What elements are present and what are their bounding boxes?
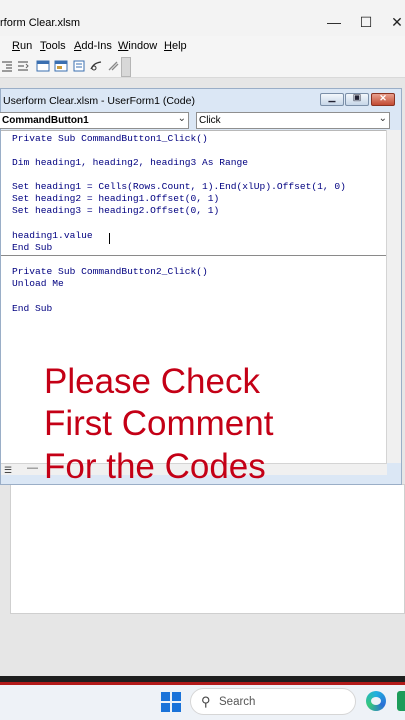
outdent-icon[interactable] <box>0 59 14 73</box>
toolbox-icon[interactable] <box>106 59 120 73</box>
search-icon: ⚲ <box>201 694 211 709</box>
taskbar: ⚲ Search <box>0 685 405 720</box>
code-line: End Sub <box>12 242 53 253</box>
toolbar-options-dropdown[interactable] <box>121 57 131 77</box>
taskbar-search-box[interactable]: ⚲ Search <box>190 688 356 715</box>
overlay-caption-line1: Please Check <box>44 362 260 401</box>
close-button[interactable]: ✕ <box>387 14 405 31</box>
procedure-view-icon[interactable]: ☰ <box>4 465 12 476</box>
code-window-title: Userform Clear.xlsm - UserForm1 (Code) <box>3 95 195 107</box>
code-line: Set heading3 = heading2.Offset(0, 1) <box>12 205 220 216</box>
app-icon[interactable] <box>397 691 405 711</box>
chevron-down-icon: ⌄ <box>177 113 186 124</box>
background-window <box>10 484 405 614</box>
menu-tools[interactable]: Tools <box>40 40 66 52</box>
text-cursor <box>109 233 110 244</box>
search-placeholder: Search <box>219 696 256 708</box>
maximize-button[interactable]: ☐ <box>356 14 376 31</box>
procedure-separator <box>1 255 387 256</box>
procedure-combo[interactable]: Click ⌄ <box>196 112 390 129</box>
code-minimize-button[interactable]: ▁ <box>320 92 344 106</box>
toolbar <box>0 56 405 78</box>
object-browser-icon[interactable] <box>89 59 103 73</box>
edge-icon[interactable] <box>366 691 386 711</box>
code-window-titlebar[interactable]: Userform Clear.xlsm - UserForm1 (Code) ▁… <box>1 89 401 111</box>
overlay-caption-line3: For the Codes <box>44 447 266 486</box>
indent-icon[interactable] <box>16 59 30 73</box>
code-line: Private Sub CommandButton1_Click() <box>12 133 208 144</box>
procedure-combo-value: Click <box>199 115 221 126</box>
minimize-icon: ▁ <box>328 92 336 102</box>
code-line: heading1.value <box>12 230 93 241</box>
menu-help[interactable]: Help <box>164 40 187 52</box>
menu-add-ins[interactable]: Add-Ins <box>74 40 112 52</box>
menu-bar: Run Tools Add-Ins Window Help <box>0 36 405 56</box>
object-combo-value: CommandButton1 <box>2 115 89 126</box>
windows-start-icon[interactable] <box>161 692 181 712</box>
menu-window[interactable]: Window <box>118 40 157 52</box>
code-line: End Sub <box>12 303 53 314</box>
module-icon[interactable] <box>36 59 50 73</box>
userform-icon[interactable] <box>54 59 68 73</box>
vertical-scrollbar[interactable] <box>386 130 401 463</box>
code-line: Unload Me <box>12 278 64 289</box>
code-restore-button[interactable]: ▣ <box>345 92 369 106</box>
full-module-view-icon[interactable]: — <box>27 462 38 474</box>
code-line: Dim heading1, heading2, heading3 As Rang… <box>12 157 249 168</box>
app-title: rform Clear.xlsm <box>0 17 81 29</box>
code-line: Private Sub CommandButton2_Click() <box>12 266 208 277</box>
restore-icon: ▣ <box>352 92 362 102</box>
overlay-caption-line2: First Comment <box>44 404 274 443</box>
object-combo[interactable]: CommandButton1 ⌄ <box>0 112 189 129</box>
code-line: Set heading2 = heading1.Offset(0, 1) <box>12 193 220 204</box>
menu-run[interactable]: Run <box>12 40 32 52</box>
minimize-button[interactable]: — <box>324 14 344 30</box>
close-icon: ✕ <box>379 93 387 103</box>
properties-icon[interactable] <box>72 59 86 73</box>
app-titlebar: rform Clear.xlsm — ☐ ✕ <box>0 0 405 36</box>
code-close-button[interactable]: ✕ <box>371 93 395 106</box>
chevron-down-icon: ⌄ <box>378 113 387 124</box>
code-line: Set heading1 = Cells(Rows.Count, 1).End(… <box>12 181 346 192</box>
